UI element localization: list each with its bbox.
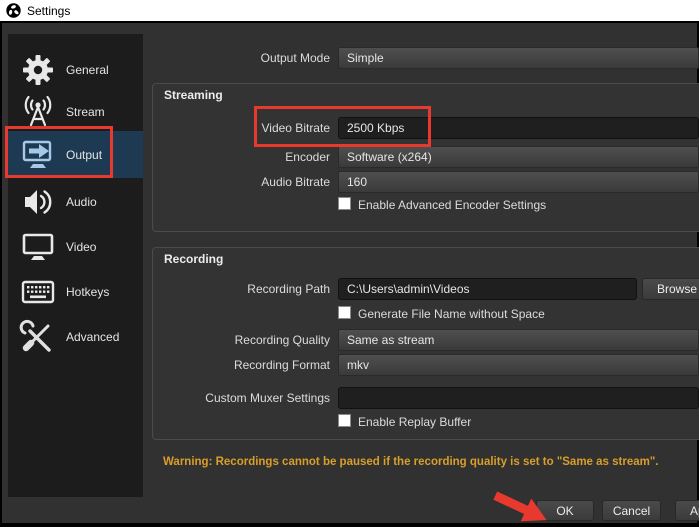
advanced-encoder-checkbox-label: Enable Advanced Encoder Settings <box>358 198 546 212</box>
sidebar-item-hotkeys[interactable]: Hotkeys <box>8 269 143 314</box>
recording-quality-label: Recording Quality <box>235 333 330 347</box>
custom-muxer-label: Custom Muxer Settings <box>205 391 330 405</box>
recording-path-label: Recording Path <box>247 282 330 296</box>
audio-bitrate-dropdown[interactable]: 160 <box>338 171 699 193</box>
speaker-icon <box>18 184 58 220</box>
settings-window: Settings General <box>0 0 699 527</box>
recording-path-input[interactable]: C:\Users\admin\Videos <box>338 278 637 300</box>
sidebar-item-video[interactable]: Video <box>8 224 143 269</box>
sidebar-item-advanced[interactable]: Advanced <box>8 314 143 359</box>
generate-filename-checkbox[interactable] <box>338 306 351 319</box>
streaming-group-title: Streaming <box>164 88 223 102</box>
sidebar-item-general[interactable]: General <box>8 47 143 92</box>
sidebar-item-label: General <box>66 63 109 77</box>
annotation-box-video-bitrate <box>254 106 431 147</box>
custom-muxer-input[interactable] <box>338 387 699 409</box>
broadcast-icon <box>18 94 58 130</box>
recording-format-dropdown[interactable]: mkv <box>338 354 699 376</box>
replay-buffer-checkbox-label: Enable Replay Buffer <box>358 415 471 429</box>
sidebar-item-label: Advanced <box>66 330 119 344</box>
sidebar-item-label: Stream <box>66 105 105 119</box>
gear-icon <box>18 52 58 88</box>
recording-warning-text: Warning: Recordings cannot be paused if … <box>163 456 697 468</box>
annotation-box-output <box>5 126 113 178</box>
cancel-button[interactable]: Cancel <box>602 500 661 521</box>
obs-logo-icon <box>6 3 21 18</box>
audio-bitrate-label: Audio Bitrate <box>261 175 330 189</box>
replay-buffer-checkbox[interactable] <box>338 414 351 427</box>
encoder-dropdown[interactable]: Software (x264) <box>338 146 699 168</box>
recording-format-label: Recording Format <box>234 358 330 372</box>
keyboard-icon <box>18 274 58 310</box>
output-mode-dropdown[interactable]: Simple <box>338 47 699 69</box>
sidebar-item-label: Hotkeys <box>66 285 109 299</box>
apply-button[interactable]: Apply <box>675 500 699 521</box>
sidebar-item-label: Video <box>66 240 96 254</box>
advanced-encoder-checkbox[interactable] <box>338 197 351 210</box>
output-mode-label: Output Mode <box>261 51 330 65</box>
browse-button[interactable]: Browse <box>642 278 699 300</box>
recording-quality-dropdown[interactable]: Same as stream <box>338 329 699 351</box>
monitor-icon <box>18 229 58 265</box>
sidebar-item-label: Audio <box>66 195 97 209</box>
tools-icon <box>18 319 58 355</box>
sidebar-item-audio[interactable]: Audio <box>8 179 143 224</box>
window-title: Settings <box>27 4 70 18</box>
generate-filename-checkbox-label: Generate File Name without Space <box>358 307 545 321</box>
title-bar: Settings <box>0 0 699 21</box>
encoder-label: Encoder <box>285 150 330 164</box>
recording-group-title: Recording <box>164 252 223 266</box>
